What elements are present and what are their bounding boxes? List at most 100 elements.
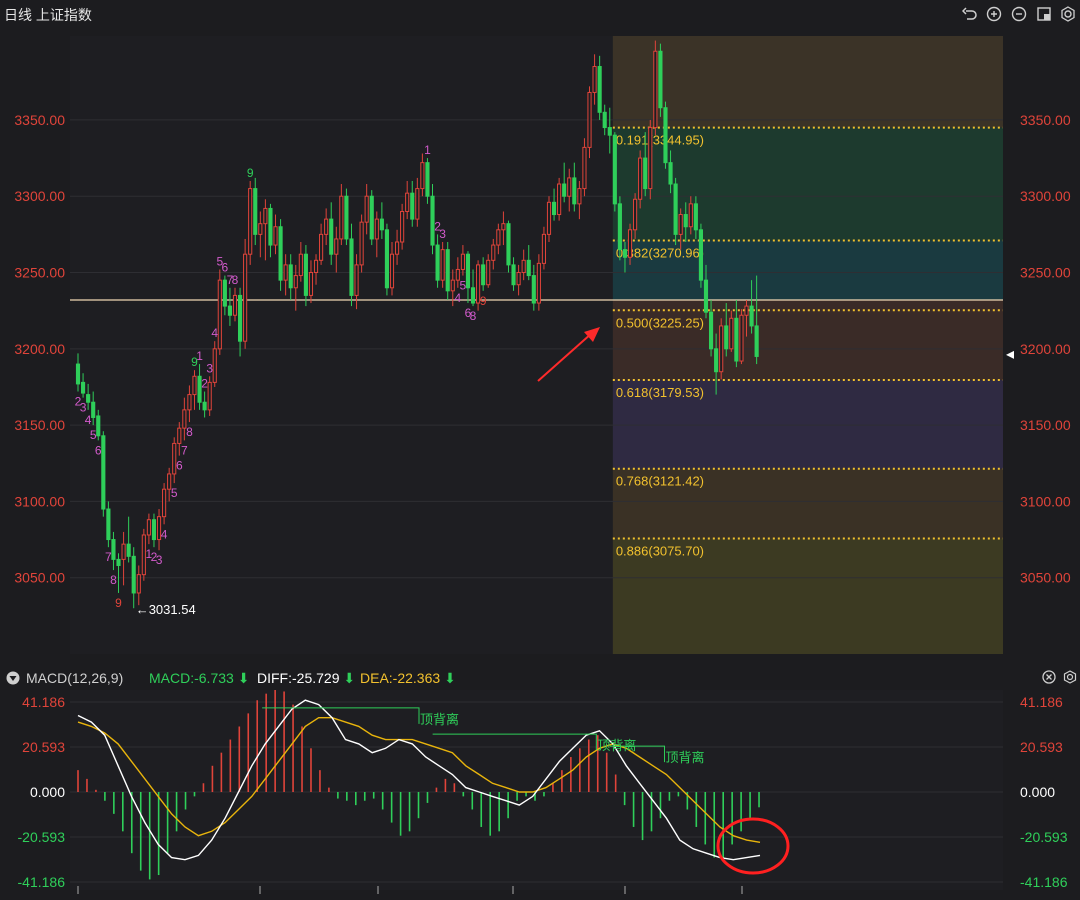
candle-body xyxy=(263,207,268,225)
td-count-label: 9 xyxy=(480,294,487,308)
candle-body xyxy=(283,264,288,281)
candle-body xyxy=(460,253,465,270)
candle-body xyxy=(708,311,714,350)
candle-body xyxy=(400,210,405,243)
td-count-label: 1 xyxy=(196,349,203,363)
candle-body xyxy=(622,249,628,258)
layout-icon[interactable] xyxy=(1036,6,1052,22)
y-tick-label-right: 3250.00 xyxy=(1020,265,1071,281)
fib-level-label: 0.886(3075.70) xyxy=(616,543,704,558)
candle-body xyxy=(486,259,491,286)
window-titlebar: 日线 上证指数 xyxy=(0,0,1080,28)
candle-body xyxy=(526,259,531,277)
td-count-label: 9 xyxy=(247,166,254,180)
low-price-label: ←3031.54 xyxy=(136,602,196,617)
candle-body xyxy=(303,253,308,296)
candle-body xyxy=(405,192,410,212)
macd-y-label-left: -20.593 xyxy=(18,829,66,845)
candle-body xyxy=(541,233,547,264)
candle-body xyxy=(440,249,445,281)
candle-body xyxy=(232,294,238,316)
macd-y-label-left: 20.593 xyxy=(22,739,65,755)
candle-body xyxy=(207,381,212,411)
y-tick-label-right: 3100.00 xyxy=(1020,493,1071,509)
candle-body xyxy=(546,201,552,235)
zoom-in-icon[interactable] xyxy=(986,6,1002,22)
candle-body xyxy=(638,157,643,200)
candle-body xyxy=(75,363,81,385)
candle-body xyxy=(673,183,678,235)
candle-body xyxy=(237,294,243,342)
macd-chart: 41.186 41.186 20.593 20.593 0.000 0.000 -20.59… xyxy=(18,690,1068,894)
candle-body xyxy=(714,348,719,373)
candle-body xyxy=(445,249,450,292)
macd-y-label-right: 20.593 xyxy=(1020,739,1063,755)
candle-body xyxy=(663,107,668,164)
macd-y-label-left: 0.000 xyxy=(30,784,65,800)
candle-body xyxy=(369,195,374,240)
fib-level-label: 0.768(3121.42) xyxy=(616,474,704,489)
macd-y-label-left: -41.186 xyxy=(18,874,66,890)
candle-body xyxy=(177,427,182,444)
candle-body xyxy=(410,192,415,220)
candle-body xyxy=(572,177,577,205)
settings-icon[interactable] xyxy=(1060,6,1076,22)
candle-body xyxy=(658,50,663,109)
td-count-label: 3 xyxy=(156,553,163,567)
candle-body xyxy=(91,401,96,418)
td-count-label: 2 xyxy=(201,377,208,391)
macd-y-label-right: 0.000 xyxy=(1020,784,1055,800)
candle-body xyxy=(126,543,131,557)
td-count-label: 7 xyxy=(105,550,112,564)
settings-icon[interactable] xyxy=(1063,670,1077,684)
candle-body xyxy=(116,558,121,566)
candle-body xyxy=(339,195,344,240)
candle-body xyxy=(597,66,602,113)
candle-body xyxy=(617,203,622,251)
candle-body xyxy=(587,91,592,148)
td-count-label: 3 xyxy=(206,361,213,375)
candle-body xyxy=(379,218,384,231)
candle-body xyxy=(744,305,749,316)
candle-body xyxy=(653,50,658,129)
candle-body xyxy=(354,264,359,296)
macd-y-label-right: 41.186 xyxy=(1020,694,1063,710)
candle-body xyxy=(258,223,263,235)
candle-body xyxy=(80,381,86,394)
td-count-label: 4 xyxy=(85,413,92,427)
collapse-icon[interactable] xyxy=(6,671,20,685)
td-count-label: 1 xyxy=(424,143,431,157)
dea-value-readout: DEA:-22.363 ⬇ xyxy=(360,670,456,686)
candle-body xyxy=(557,183,562,216)
macd-y-label-right: -41.186 xyxy=(1020,874,1068,890)
fib-level-label: 0.191(3344.95) xyxy=(616,133,704,148)
candle-body xyxy=(308,272,314,296)
candle-body xyxy=(268,207,273,246)
zoom-out-icon[interactable] xyxy=(1011,6,1027,22)
undo-icon[interactable] xyxy=(962,6,978,22)
candle-body xyxy=(334,238,339,255)
candle-body xyxy=(121,543,126,560)
macd-y-label-right: -20.593 xyxy=(1020,829,1068,845)
price-marker xyxy=(1006,350,1014,359)
candle-body xyxy=(729,317,734,350)
candle-body xyxy=(643,157,648,190)
candlestick-chart: 3350.00 3350.003300.00 3300.003250.00 3250.… xyxy=(14,36,1071,654)
y-tick-label-left: 3200.00 xyxy=(14,341,65,357)
candle-body xyxy=(592,66,597,93)
candle-body xyxy=(349,238,354,296)
divergence-label: 顶背离 xyxy=(666,750,705,766)
candle-body xyxy=(136,574,141,594)
diff-value-readout: DIFF:-25.729 ⬇ xyxy=(257,670,356,686)
td-count-label: 4 xyxy=(454,291,461,305)
candle-body xyxy=(683,214,688,228)
candle-body xyxy=(293,275,298,289)
y-tick-label-right: 3200.00 xyxy=(1020,341,1071,357)
macd-plot-area xyxy=(70,690,1003,890)
candle-body xyxy=(217,279,222,350)
candle-body xyxy=(389,253,395,289)
candle-body xyxy=(86,394,91,403)
close-icon[interactable] xyxy=(1042,670,1056,684)
y-tick-label-right: 3350.00 xyxy=(1020,112,1071,128)
candle-body xyxy=(415,188,420,220)
